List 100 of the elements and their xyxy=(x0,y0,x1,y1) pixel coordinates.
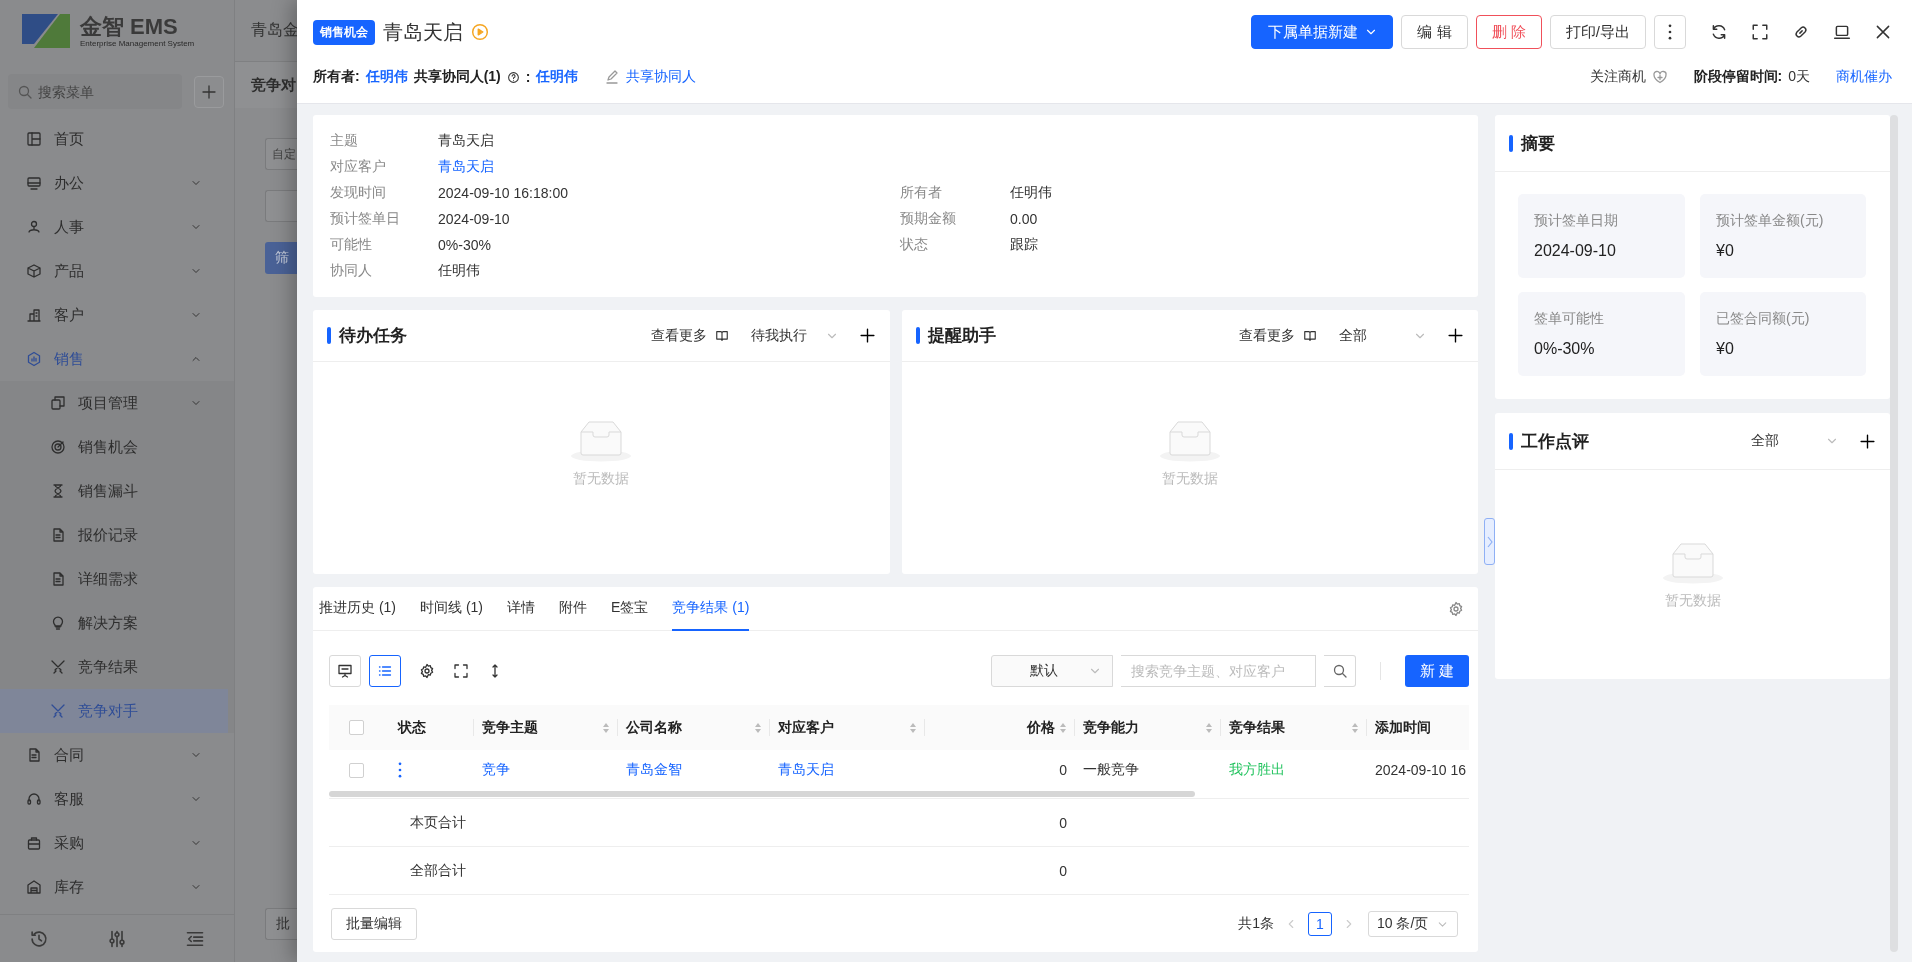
menu-item[interactable]: 首页 xyxy=(0,117,234,161)
sort-select[interactable]: 默认 xyxy=(991,655,1113,687)
heart-icon[interactable] xyxy=(1651,69,1668,85)
column-header[interactable]: 添加时间 xyxy=(1375,718,1461,737)
logo-icon xyxy=(20,11,72,51)
panel-title: 摘要 xyxy=(1521,132,1555,155)
tab[interactable]: 推进历史 (1) xyxy=(319,587,396,631)
batch-button[interactable]: 批 xyxy=(265,908,297,940)
view-toggle-button[interactable] xyxy=(369,655,401,687)
page-button[interactable]: 1 xyxy=(1308,912,1332,936)
table-link[interactable]: 青岛天启 xyxy=(778,761,834,779)
table-link[interactable]: 竞争 xyxy=(482,761,510,779)
menu-item[interactable]: 合同 xyxy=(0,733,234,777)
menu-item[interactable]: 人事 xyxy=(0,205,234,249)
column-header[interactable]: 竞争能力 xyxy=(1083,718,1201,737)
menu-item[interactable]: 采购 xyxy=(0,821,234,865)
sort-icon[interactable] xyxy=(1205,721,1213,734)
add-icon[interactable] xyxy=(858,327,876,344)
menu-item[interactable]: 库存 xyxy=(0,865,234,909)
menu-item[interactable]: 产品 xyxy=(0,249,234,293)
menu-item[interactable]: 客户 xyxy=(0,293,234,337)
cube-icon xyxy=(26,263,42,279)
checkbox[interactable] xyxy=(349,762,364,778)
action-button[interactable]: 打印/导出 xyxy=(1549,15,1646,49)
scrollbar[interactable] xyxy=(1890,115,1898,952)
scrollbar[interactable] xyxy=(329,791,1195,797)
filter-field[interactable]: 自定 xyxy=(265,138,297,170)
panel-title: 工作点评 xyxy=(1521,430,1590,453)
sort-icon[interactable] xyxy=(1351,721,1359,734)
customer-link[interactable]: 青岛天启 xyxy=(438,158,900,176)
menu-item[interactable]: 竞争结果 xyxy=(0,645,234,689)
refresh-icon[interactable] xyxy=(1710,23,1728,41)
search-field[interactable]: 搜索菜单 xyxy=(8,74,182,109)
laptop-icon[interactable] xyxy=(1833,23,1851,41)
field-label: 主题 xyxy=(330,132,359,150)
page-size-select[interactable]: 10 条/页 xyxy=(1368,911,1458,937)
field-label: 所有者: xyxy=(313,68,360,86)
sort-icon[interactable] xyxy=(909,721,917,734)
menu-item[interactable]: 客服 xyxy=(0,777,234,821)
column-header[interactable]: 竞争主题 xyxy=(482,718,598,737)
owner-name[interactable]: 任明伟 xyxy=(365,68,408,86)
column-header[interactable]: 对应客户 xyxy=(778,718,905,737)
column-header[interactable]: 竞争结果 xyxy=(1229,718,1347,737)
follow-label[interactable]: 关注商机 xyxy=(1589,68,1646,86)
menu-item[interactable]: 办公 xyxy=(0,161,234,205)
copy-icon xyxy=(50,395,66,411)
tab[interactable]: E签宝 xyxy=(611,587,649,631)
more-button[interactable] xyxy=(1654,15,1686,49)
building-icon xyxy=(26,307,42,323)
fullscreen-icon[interactable] xyxy=(453,663,469,679)
sort-icon[interactable] xyxy=(754,721,762,734)
sort-icon[interactable] xyxy=(602,721,610,734)
fullscreen-icon[interactable] xyxy=(1751,23,1769,41)
batch-edit-button[interactable]: 批量编辑 xyxy=(331,908,417,940)
more-icon[interactable] xyxy=(398,762,402,778)
collaborator-name[interactable]: 任明伟 xyxy=(536,68,579,86)
filter-button[interactable]: 筛 xyxy=(265,242,297,274)
link-icon[interactable] xyxy=(1792,23,1810,41)
search-field[interactable]: 搜索竞争主题、对应客户 xyxy=(1121,655,1316,687)
create-dropdown-button[interactable]: 下属单据新建 xyxy=(1251,15,1394,49)
column-header[interactable]: 公司名称 xyxy=(626,718,750,737)
delete-button[interactable]: 删 除 xyxy=(1475,15,1542,49)
collapse-handle[interactable] xyxy=(1484,518,1495,565)
filter-select[interactable]: 全部 xyxy=(1339,326,1427,345)
share-link[interactable]: 共享协同人 xyxy=(626,68,697,86)
action-button[interactable]: 编 辑 xyxy=(1401,15,1468,49)
new-button[interactable]: 新 建 xyxy=(1405,655,1469,687)
filter-select[interactable]: 全部 xyxy=(1751,432,1839,450)
sort-icon[interactable] xyxy=(1059,721,1067,734)
help-icon[interactable] xyxy=(506,70,520,84)
tab[interactable]: 时间线 (1) xyxy=(420,587,483,631)
column-header[interactable]: 状态 xyxy=(398,718,466,737)
record-type-tag: 销售机会 xyxy=(313,19,375,45)
menu-item[interactable]: 销售漏斗 xyxy=(0,469,234,513)
urge-link[interactable]: 商机催办 xyxy=(1836,68,1892,86)
more-icon xyxy=(1668,24,1672,40)
menu-item[interactable]: 报价记录 xyxy=(0,513,234,557)
menu-item[interactable]: 销售机会 xyxy=(0,425,234,469)
add-icon[interactable] xyxy=(1447,327,1464,344)
menu-item[interactable]: 详细需求 xyxy=(0,557,234,601)
add-icon[interactable] xyxy=(1859,432,1876,450)
play-icon[interactable] xyxy=(471,23,489,41)
table-link[interactable]: 青岛金智 xyxy=(626,761,682,779)
view-more-link[interactable]: 查看更多 xyxy=(650,326,729,345)
view-more-link[interactable]: 查看更多 xyxy=(1239,326,1317,345)
filter-select[interactable]: 待我执行 xyxy=(750,326,839,345)
column-header[interactable]: 价格 xyxy=(1027,718,1055,737)
menu-item[interactable]: 项目管理 xyxy=(0,381,234,425)
close-icon[interactable] xyxy=(1874,23,1892,41)
add-button[interactable] xyxy=(194,75,224,108)
checkbox[interactable] xyxy=(349,720,364,735)
tab[interactable]: 详情 xyxy=(507,587,535,631)
record-title: 青岛天启 xyxy=(383,19,463,45)
menu-item[interactable]: 解决方案 xyxy=(0,601,234,645)
search-button[interactable] xyxy=(1324,655,1356,687)
document-icon xyxy=(26,747,42,763)
tab[interactable]: 竞争结果 (1) xyxy=(672,587,750,631)
input-field[interactable] xyxy=(265,190,297,222)
tab[interactable]: 附件 xyxy=(559,587,587,631)
settings-icon[interactable] xyxy=(419,663,435,679)
